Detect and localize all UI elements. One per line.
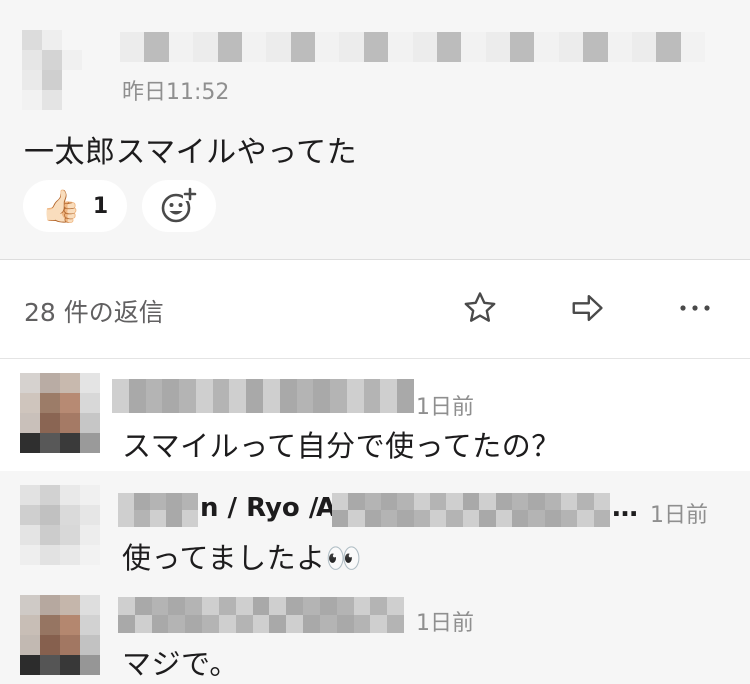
- message-timestamp[interactable]: 昨日11:52: [122, 74, 229, 106]
- thread-reply: 1日前 マジで。: [0, 581, 750, 684]
- reaction-thumbs-up[interactable]: 👍🏻 1: [23, 180, 127, 232]
- thread-reply: 1日前 スマイルって自分で使ってたの？: [0, 359, 750, 471]
- more-button[interactable]: [675, 288, 715, 328]
- sender-name-redacted: [118, 493, 198, 527]
- add-reaction-icon: [161, 187, 197, 223]
- sender-name-fragment[interactable]: n / Ryo /: [200, 493, 318, 523]
- reply-text: マジで。: [122, 647, 239, 681]
- reply-timestamp[interactable]: 1日前: [416, 389, 474, 421]
- star-button[interactable]: [460, 288, 500, 328]
- avatar[interactable]: [20, 595, 100, 675]
- message-text: 一太郎スマイルやってた: [24, 135, 358, 170]
- reply-timestamp[interactable]: 1日前: [650, 497, 708, 529]
- reply-text: 使ってましたよ👀: [122, 541, 363, 575]
- star-icon: [464, 292, 496, 322]
- avatar[interactable]: [20, 485, 100, 565]
- reply-timestamp[interactable]: 1日前: [416, 605, 474, 637]
- reply-text: スマイルって自分で使ってたの？: [122, 429, 561, 463]
- thread-reply: n / Ryo / A … 1日前 使ってましたよ👀: [0, 471, 750, 581]
- reply-count[interactable]: 28 件の返信: [24, 293, 164, 329]
- more-icon: [680, 305, 710, 311]
- parent-message: 昨日11:52 一太郎スマイルやってた 👍🏻 1: [0, 0, 750, 260]
- avatar[interactable]: [20, 373, 100, 453]
- share-button[interactable]: [568, 288, 608, 328]
- sender-name-redacted: [120, 32, 705, 62]
- sender-name-redacted: [118, 597, 404, 633]
- share-icon: [572, 294, 603, 322]
- sender-name-redacted: [332, 493, 610, 527]
- thumbs-up-icon: 👍🏻: [41, 187, 81, 225]
- reaction-count: 1: [92, 193, 109, 219]
- name-ellipsis: …: [612, 493, 638, 523]
- avatar[interactable]: [22, 30, 102, 110]
- thread-bar: 28 件の返信: [0, 260, 750, 359]
- sender-name-redacted: [112, 379, 414, 413]
- add-reaction-button[interactable]: [142, 180, 216, 232]
